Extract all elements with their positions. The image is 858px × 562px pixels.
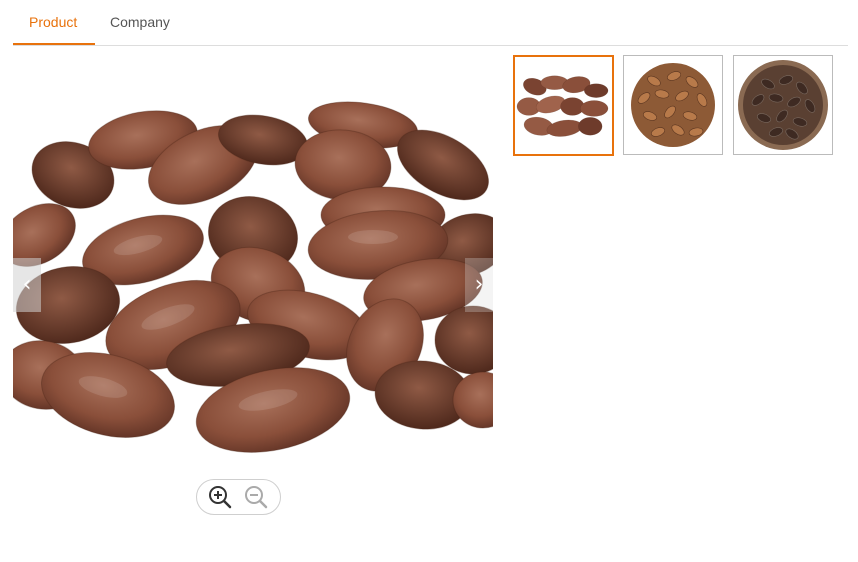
chevron-left-icon: ‹: [22, 272, 32, 297]
main-product-image[interactable]: [13, 55, 493, 463]
thumbnail-1[interactable]: [513, 55, 614, 156]
tab-bar: Product Company: [13, 0, 848, 46]
next-image-button[interactable]: ›: [465, 258, 493, 312]
zoom-out-icon: [245, 486, 268, 509]
thumbnail-2[interactable]: [623, 55, 723, 155]
zoom-in-icon: [209, 486, 232, 509]
previous-image-button[interactable]: ‹: [13, 258, 41, 312]
thumbnail-3[interactable]: [733, 55, 833, 155]
zoom-out-button[interactable]: [244, 485, 268, 509]
tab-product[interactable]: Product: [29, 14, 77, 30]
zoom-in-button[interactable]: [208, 485, 232, 509]
tab-company[interactable]: Company: [110, 14, 170, 30]
active-tab-indicator: [13, 43, 95, 45]
chevron-right-icon: ›: [474, 272, 484, 297]
zoom-controls: [196, 479, 281, 515]
